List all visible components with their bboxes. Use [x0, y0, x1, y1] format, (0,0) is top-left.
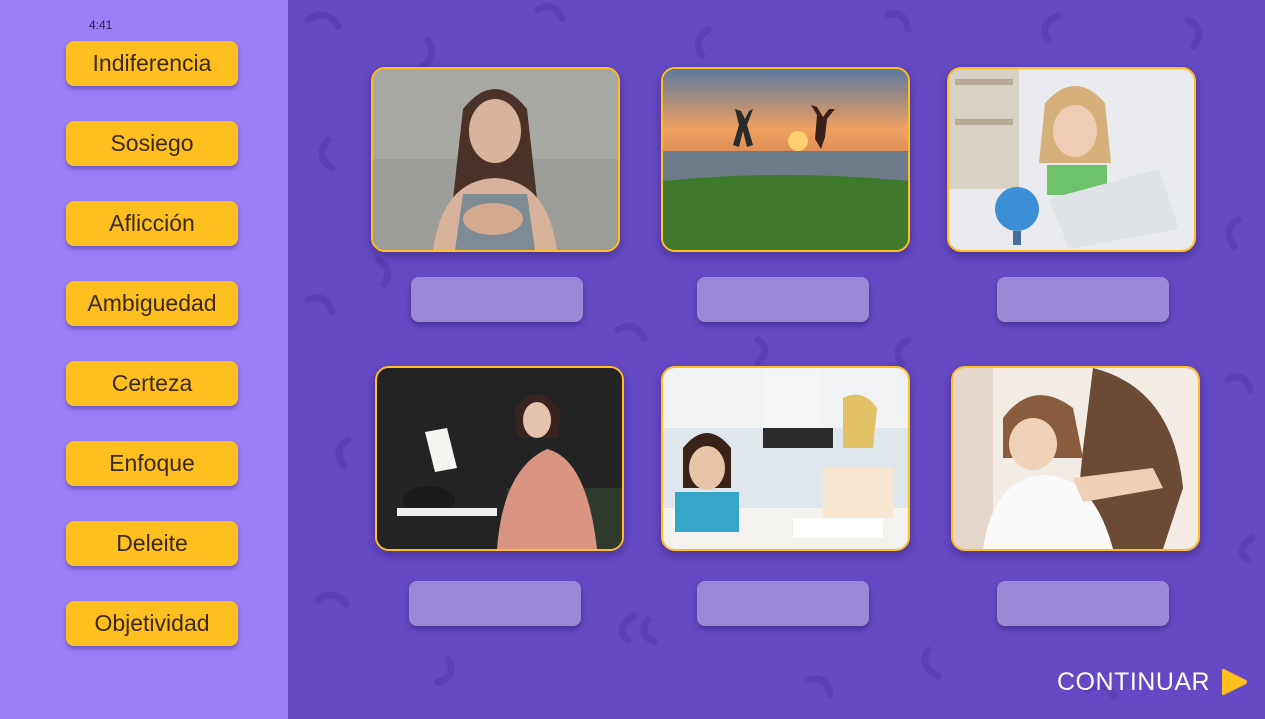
people-jumping-sunset-photo	[663, 69, 908, 250]
woman-looking-down-photo	[373, 69, 618, 250]
image-card-woman-looking-down	[371, 67, 620, 252]
timer: 4:41	[89, 18, 113, 32]
word-button-ambiguedad[interactable]: Ambiguedad	[66, 281, 238, 326]
word-button-indiferencia[interactable]: Indiferencia	[66, 41, 238, 86]
answer-drop-slot-2[interactable]	[697, 277, 869, 322]
answer-drop-slot-1[interactable]	[411, 277, 583, 322]
word-button-enfoque[interactable]: Enfoque	[66, 441, 238, 486]
image-card-girl-classroom	[661, 366, 910, 551]
answer-drop-slot-6[interactable]	[997, 581, 1169, 626]
answer-drop-slot-3[interactable]	[997, 277, 1169, 322]
woman-crying-letter-photo	[377, 368, 622, 549]
word-button-deleite[interactable]: Deleite	[66, 521, 238, 566]
answer-drop-slot-5[interactable]	[697, 581, 869, 626]
image-card-girl-hugging	[951, 366, 1200, 551]
play-icon	[1222, 668, 1248, 696]
image-card-girl-frustrated	[947, 67, 1196, 252]
activity-area	[288, 0, 1265, 719]
word-button-objetividad[interactable]: Objetividad	[66, 601, 238, 646]
image-card-people-jumping	[661, 67, 910, 252]
image-card-woman-crying	[375, 366, 624, 551]
continue-label: CONTINUAR	[1057, 667, 1211, 696]
girl-frustrated-laptop-photo	[949, 69, 1194, 250]
girl-attentive-classroom-photo	[663, 368, 908, 549]
word-button-sosiego[interactable]: Sosiego	[66, 121, 238, 166]
word-button-afliccion[interactable]: Aflicción	[66, 201, 238, 246]
continue-button[interactable]: CONTINUAR	[1057, 664, 1249, 700]
answer-drop-slot-4[interactable]	[409, 581, 581, 626]
word-button-certeza[interactable]: Certeza	[66, 361, 238, 406]
word-bank-sidebar: 4:41 Indiferencia Sosiego Aflicción Ambi…	[0, 0, 288, 719]
girl-hugging-mother-photo	[953, 368, 1198, 549]
